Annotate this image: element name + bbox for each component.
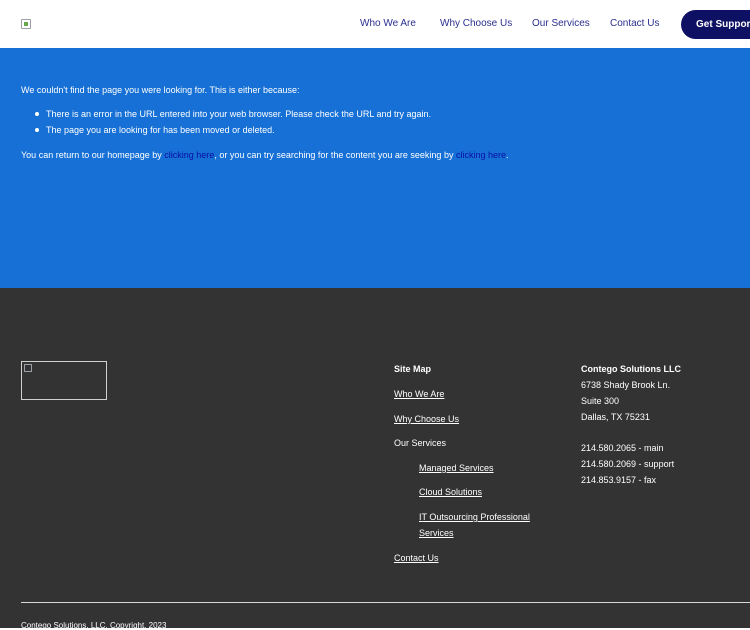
return-message: You can return to our homepage by clicki… <box>21 150 509 160</box>
phone-main: 214.580.2065 - main <box>581 443 664 453</box>
search-link[interactable]: clicking here <box>456 150 506 160</box>
footer-link-it-outsourcing[interactable]: IT Outsourcing Professional <box>419 512 530 522</box>
phone-fax: 214.853.9157 - fax <box>581 475 657 485</box>
return-middle: , or you can try searching for the conte… <box>214 150 456 160</box>
phone-support: 214.580.2069 - support <box>581 459 675 469</box>
return-suffix: . <box>505 150 509 160</box>
footer-our-services: Our Services <box>394 438 447 448</box>
footer-divider <box>21 602 750 603</box>
get-support-button[interactable]: Get Support <box>681 10 750 39</box>
nav-who-we-are[interactable]: Who We Are <box>360 18 416 29</box>
nav-contact-us[interactable]: Contact Us <box>610 18 659 29</box>
footer-logo-image <box>21 361 107 400</box>
return-prefix: You can return to our homepage by <box>21 150 165 160</box>
error-reason-1: There is an error in the URL entered int… <box>46 109 432 119</box>
site-logo-image[interactable] <box>21 19 31 29</box>
bullet-dot <box>35 112 39 116</box>
footer-link-contact-us[interactable]: Contact Us <box>394 553 439 563</box>
company-name: Contego Solutions LLC <box>581 364 681 374</box>
address-line-2: Suite 300 <box>581 396 620 406</box>
copyright-text: Contego Solutions, LLC, Copyright, 2023 <box>21 621 167 630</box>
footer-link-it-outsourcing-line2[interactable]: Services <box>419 528 454 538</box>
address-line-1: 6738 Shady Brook Ln. <box>581 380 671 390</box>
bullet-dot <box>35 128 39 132</box>
error-intro: We couldn't find the page you were looki… <box>21 85 300 95</box>
nav-our-services[interactable]: Our Services <box>532 18 590 29</box>
footer-link-who-we-are[interactable]: Who We Are <box>394 389 444 399</box>
site-header: Who We Are Why Choose Us Our Services Co… <box>0 0 750 48</box>
homepage-link[interactable]: clicking here <box>164 150 214 160</box>
error-reason-2: The page you are looking for has been mo… <box>46 125 275 135</box>
error-section: We couldn't find the page you were looki… <box>0 48 750 288</box>
address-line-3: Dallas, TX 75231 <box>581 412 650 422</box>
footer-link-cloud-solutions[interactable]: Cloud Solutions <box>419 487 482 497</box>
footer-link-why-choose-us[interactable]: Why Choose Us <box>394 414 459 424</box>
site-footer: Site Map Who We Are Why Choose Us Our Se… <box>0 288 750 630</box>
footer-link-managed-services[interactable]: Managed Services <box>419 463 494 473</box>
sitemap-title: Site Map <box>394 364 432 374</box>
nav-why-choose-us[interactable]: Why Choose Us <box>440 18 512 29</box>
